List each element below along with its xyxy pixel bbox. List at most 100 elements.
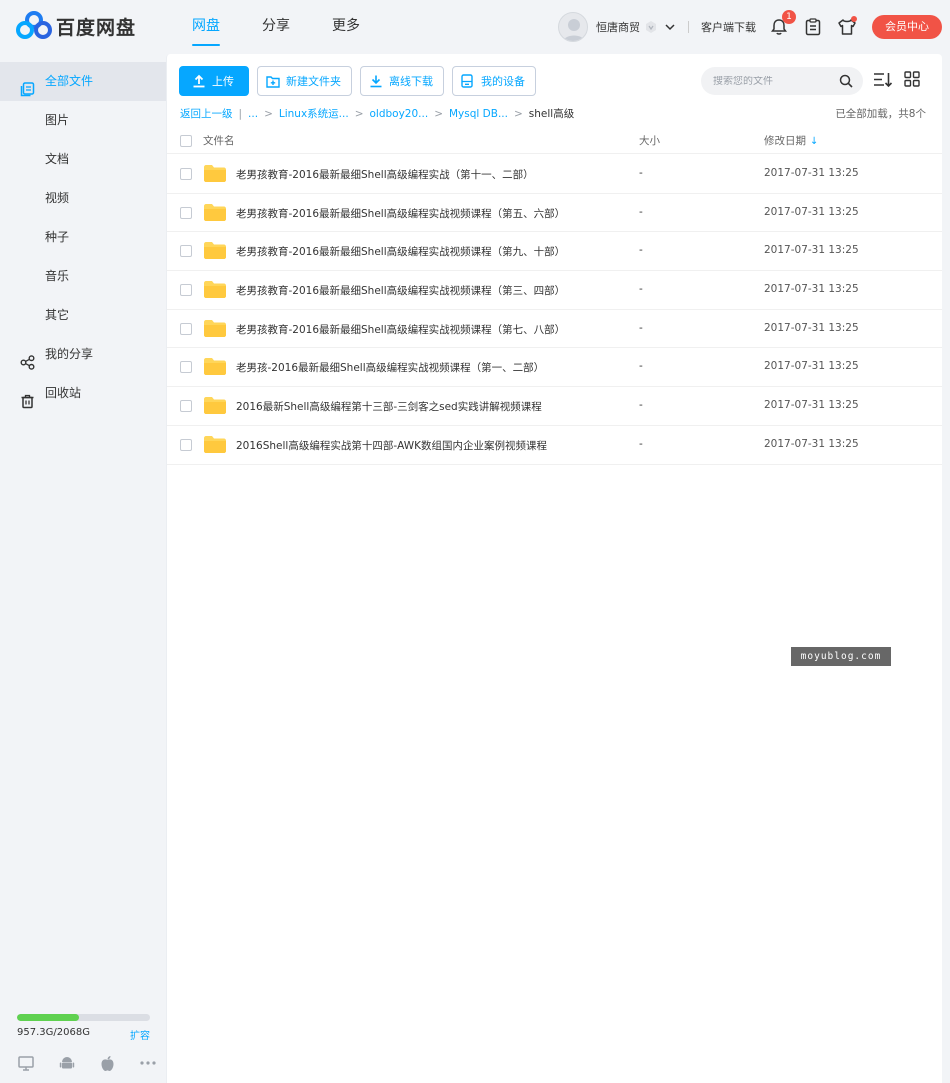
expand-storage-link[interactable]: 扩容 bbox=[130, 1027, 150, 1042]
my-devices-label: 我的设备 bbox=[481, 75, 525, 88]
select-all-checkbox[interactable] bbox=[180, 135, 192, 147]
file-modified: 2017-07-31 13:25 bbox=[764, 283, 859, 296]
table-row[interactable]: 2016Shell高级编程实战第十四部-AWK数组国内企业案例视频课程 - 2017… bbox=[167, 426, 943, 465]
folder-icon bbox=[203, 164, 227, 183]
file-name[interactable]: 老男孩教育-2016最新最细Shell高级编程实战视频课程（第五、六部） bbox=[236, 206, 565, 221]
breadcrumb-item[interactable]: Linux系统运... bbox=[279, 106, 349, 121]
breadcrumb-ellipsis[interactable]: ... bbox=[248, 108, 258, 120]
sidebar-item-images[interactable]: 图片 bbox=[0, 101, 166, 140]
watermark: moyublog.com bbox=[791, 647, 891, 666]
table-row[interactable]: 老男孩教育-2016最新最细Shell高级编程实战视频课程（第三、四部） - 201… bbox=[167, 271, 943, 310]
upload-icon bbox=[192, 74, 206, 88]
sidebar-item-label: 文档 bbox=[45, 152, 70, 166]
header-divider bbox=[688, 21, 689, 33]
sidebar-item-my-shares[interactable]: 我的分享 bbox=[0, 335, 166, 374]
column-modified-header[interactable]: 修改日期 ↓ bbox=[764, 133, 818, 148]
android-client-icon[interactable] bbox=[58, 1054, 76, 1072]
sidebar-item-music[interactable]: 音乐 bbox=[0, 257, 166, 296]
page-gutter bbox=[942, 54, 950, 1083]
file-size: - bbox=[639, 321, 643, 334]
breadcrumb-separator: > bbox=[513, 107, 523, 120]
clipboard-icon bbox=[805, 18, 821, 36]
more-platforms-icon[interactable] bbox=[139, 1054, 157, 1072]
nav-tab-more[interactable]: 更多 bbox=[316, 0, 376, 54]
top-header: 百度网盘 网盘 分享 更多 恒唐商贸 客户端下载 1 会员中心 bbox=[0, 0, 950, 54]
grid-view-icon[interactable] bbox=[904, 71, 920, 87]
breadcrumb-separator: > bbox=[434, 107, 443, 120]
sidebar-item-videos[interactable]: 视频 bbox=[0, 179, 166, 218]
file-modified: 2017-07-31 13:25 bbox=[764, 205, 859, 218]
file-name[interactable]: 老男孩教育-2016最新最细Shell高级编程实战视频课程（第七、八部） bbox=[236, 322, 565, 337]
storage-progress-fill bbox=[17, 1014, 79, 1021]
sort-toggle-icon[interactable] bbox=[873, 71, 893, 89]
column-name-header[interactable]: 文件名 bbox=[203, 133, 235, 148]
row-checkbox[interactable] bbox=[180, 400, 192, 413]
table-row[interactable]: 2016最新Shell高级编程第十三部-三剑客之sed实践讲解视频课程 - 2017… bbox=[167, 387, 943, 426]
file-size: - bbox=[639, 399, 643, 412]
new-folder-button[interactable]: 新建文件夹 bbox=[257, 66, 352, 96]
file-modified: 2017-07-31 13:25 bbox=[764, 167, 859, 179]
sidebar-item-label: 音乐 bbox=[45, 269, 70, 283]
offline-download-button[interactable]: 离线下载 bbox=[360, 66, 444, 96]
device-icon bbox=[461, 74, 475, 88]
upload-button[interactable]: 上传 bbox=[179, 66, 249, 96]
row-checkbox[interactable] bbox=[180, 206, 192, 219]
row-checkbox[interactable] bbox=[180, 322, 192, 335]
apple-client-icon[interactable] bbox=[98, 1054, 116, 1072]
vip-center-button[interactable]: 会员中心 bbox=[872, 15, 942, 39]
breadcrumb-item[interactable]: Mysql DB... bbox=[449, 108, 508, 120]
all-files-icon bbox=[20, 74, 35, 97]
notification-badge: 1 bbox=[782, 10, 796, 24]
file-name[interactable]: 2016Shell高级编程实战第十四部-AWK数组国内企业案例视频课程 bbox=[236, 438, 547, 453]
table-row[interactable]: 老男孩教育-2016最新最细Shell高级编程实战（第十一、二部） - 2017-0… bbox=[167, 155, 943, 194]
table-row[interactable]: 老男孩教育-2016最新最细Shell高级编程实战视频课程（第七、八部） - 201… bbox=[167, 310, 943, 349]
sidebar-item-recycle-bin[interactable]: 回收站 bbox=[0, 374, 166, 413]
table-row[interactable]: 老男孩教育-2016最新最细Shell高级编程实战视频课程（第九、十部） - 201… bbox=[167, 232, 943, 272]
chevron-down-icon[interactable] bbox=[664, 21, 676, 33]
column-size-header[interactable]: 大小 bbox=[639, 133, 660, 148]
breadcrumb-back[interactable]: 返回上一级 bbox=[180, 106, 233, 121]
nav-tab-netdisk[interactable]: 网盘 bbox=[176, 0, 236, 54]
row-checkbox[interactable] bbox=[180, 168, 192, 180]
sidebar-item-other[interactable]: 其它 bbox=[0, 296, 166, 335]
file-name[interactable]: 老男孩-2016最新最细Shell高级编程实战视频课程（第一、二部） bbox=[236, 360, 544, 375]
sidebar-item-documents[interactable]: 文档 bbox=[0, 140, 166, 179]
client-download-link[interactable]: 客户端下载 bbox=[701, 19, 756, 35]
nav-tab-share[interactable]: 分享 bbox=[246, 0, 306, 54]
desktop-client-icon[interactable] bbox=[17, 1054, 35, 1072]
search-icon[interactable] bbox=[839, 74, 853, 88]
brand-logo[interactable]: 百度网盘 bbox=[16, 10, 136, 42]
skin-button[interactable] bbox=[836, 16, 858, 38]
table-row[interactable]: 老男孩-2016最新最细Shell高级编程实战视频课程（第一、二部） - 2017-… bbox=[167, 348, 943, 388]
username[interactable]: 恒唐商贸 bbox=[596, 19, 640, 35]
breadcrumb-divider: | bbox=[238, 107, 243, 120]
row-checkbox[interactable] bbox=[180, 438, 192, 451]
folder-icon bbox=[203, 280, 227, 299]
file-name[interactable]: 2016最新Shell高级编程第十三部-三剑客之sed实践讲解视频课程 bbox=[236, 399, 542, 414]
row-checkbox[interactable] bbox=[180, 284, 192, 297]
file-size: - bbox=[639, 167, 643, 179]
avatar[interactable] bbox=[558, 12, 588, 42]
row-checkbox[interactable] bbox=[180, 245, 192, 258]
sidebar-item-all-files[interactable]: 全部文件 bbox=[0, 62, 166, 101]
folder-icon bbox=[203, 435, 227, 454]
new-folder-label: 新建文件夹 bbox=[286, 75, 341, 88]
search-input[interactable] bbox=[713, 75, 831, 87]
client-platforms bbox=[17, 1054, 157, 1072]
notification-button[interactable]: 1 bbox=[768, 10, 796, 38]
upload-label: 上传 bbox=[212, 75, 234, 88]
file-modified: 2017-07-31 13:25 bbox=[764, 399, 859, 412]
sidebar-item-torrents[interactable]: 种子 bbox=[0, 218, 166, 257]
load-status: 已全部加载，共8个 bbox=[835, 108, 926, 120]
row-checkbox[interactable] bbox=[180, 361, 192, 374]
file-name[interactable]: 老男孩教育-2016最新最细Shell高级编程实战视频课程（第九、十部） bbox=[236, 244, 565, 259]
table-row[interactable]: 老男孩教育-2016最新最细Shell高级编程实战视频课程（第五、六部） - 201… bbox=[167, 194, 943, 233]
folder-icon bbox=[203, 319, 227, 338]
file-name[interactable]: 老男孩教育-2016最新最细Shell高级编程实战（第十一、二部） bbox=[236, 167, 534, 182]
my-devices-button[interactable]: 我的设备 bbox=[452, 66, 536, 96]
file-name[interactable]: 老男孩教育-2016最新最细Shell高级编程实战视频课程（第三、四部） bbox=[236, 283, 565, 298]
sidebar-item-label: 视频 bbox=[45, 191, 70, 205]
task-list-button[interactable] bbox=[802, 16, 824, 38]
breadcrumb-item[interactable]: oldboy20... bbox=[370, 108, 429, 120]
file-panel: 上传 新建文件夹 离线下载 我的设备 搜索您的文件 返回上一级 | ... > … bbox=[166, 54, 943, 1083]
